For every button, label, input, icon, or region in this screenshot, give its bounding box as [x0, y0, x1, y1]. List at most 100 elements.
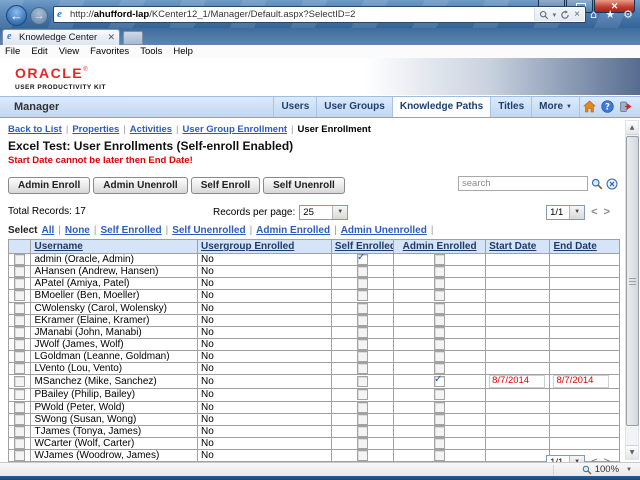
admin-enrolled-checkbox[interactable] — [434, 402, 446, 413]
tab-user-groups[interactable]: User Groups — [316, 97, 392, 117]
column-self-enrolled[interactable]: Self Enrolled — [330, 239, 395, 254]
logout-icon[interactable] — [619, 100, 632, 113]
zoom-dropdown-icon[interactable]: ▼ — [626, 467, 632, 473]
admin-enrolled-checkbox[interactable] — [434, 363, 446, 374]
self-enroll-button[interactable]: Self Enroll — [190, 177, 261, 194]
admin-enrolled-checkbox[interactable] — [434, 351, 446, 362]
self-enrolled-checkbox[interactable] — [357, 327, 368, 338]
select-link-admin-unenrolled[interactable]: Admin Unenrolled — [341, 225, 427, 236]
self-enrolled-checkbox[interactable] — [357, 414, 368, 425]
row-select-checkbox[interactable] — [14, 351, 26, 362]
settings-gear-icon[interactable]: ⚙ — [623, 9, 633, 20]
search-icon[interactable] — [591, 178, 603, 190]
menu-edit[interactable]: Edit — [31, 46, 47, 57]
breadcrumb-link-activities[interactable]: Activities — [130, 124, 172, 135]
page-select[interactable]: 1/1 ▼ — [546, 455, 586, 462]
back-button[interactable]: ← — [6, 5, 27, 26]
admin-enrolled-checkbox[interactable] — [434, 339, 446, 350]
admin-enrolled-checkbox[interactable] — [434, 290, 446, 302]
admin-unenroll-button[interactable]: Admin Unenroll — [93, 177, 188, 194]
scroll-down-icon[interactable]: ▼ — [626, 445, 638, 459]
tab-close-icon[interactable]: ✕ — [107, 32, 115, 43]
column-end-date[interactable]: End Date — [549, 239, 620, 254]
self-enrolled-checkbox[interactable] — [357, 339, 368, 350]
row-select-checkbox[interactable] — [14, 426, 26, 437]
tab-titles[interactable]: Titles — [490, 97, 531, 117]
address-bar[interactable]: e http://ahufford-lap/KCenter12_1/Manage… — [53, 6, 586, 23]
row-select-checkbox[interactable] — [14, 438, 26, 449]
browser-tab[interactable]: e Knowledge Center ✕ — [2, 29, 120, 45]
favorites-star-icon[interactable]: ★ — [605, 9, 615, 20]
scrollbar-thumb[interactable] — [626, 136, 639, 426]
breadcrumb-link-properties[interactable]: Properties — [72, 124, 119, 135]
self-enrolled-checkbox[interactable] — [357, 351, 368, 362]
admin-enrolled-checkbox[interactable] — [434, 414, 446, 425]
refresh-icon[interactable] — [560, 9, 570, 20]
admin-enrolled-checkbox[interactable] — [434, 266, 446, 277]
admin-enrolled-checkbox[interactable] — [434, 327, 446, 338]
admin-enrolled-checkbox[interactable] — [434, 254, 446, 265]
admin-enrolled-checkbox[interactable] — [434, 315, 446, 326]
self-enrolled-checkbox[interactable] — [357, 376, 368, 388]
row-select-checkbox[interactable] — [14, 266, 26, 277]
vertical-scrollbar[interactable]: ▲ ▼ — [625, 120, 639, 460]
select-link-admin-enrolled[interactable]: Admin Enrolled — [256, 225, 330, 236]
row-select-checkbox[interactable] — [14, 339, 26, 350]
search-input[interactable] — [458, 176, 588, 191]
column-start-date[interactable]: Start Date — [485, 239, 551, 254]
self-enrolled-checkbox[interactable] — [357, 389, 368, 401]
menu-favorites[interactable]: Favorites — [90, 46, 129, 57]
select-link-none[interactable]: None — [65, 225, 90, 236]
self-enrolled-checkbox[interactable] — [357, 438, 368, 449]
admin-enrolled-checkbox[interactable] — [434, 303, 446, 314]
row-select-checkbox[interactable] — [14, 450, 26, 461]
admin-enrolled-checkbox[interactable] — [434, 426, 446, 437]
row-select-checkbox[interactable] — [14, 327, 26, 338]
column-usergroup-enrolled[interactable]: Usergroup Enrolled — [197, 239, 332, 254]
self-enrolled-checkbox[interactable] — [357, 266, 368, 277]
self-enrolled-checkbox[interactable] — [357, 290, 368, 302]
help-icon[interactable]: ? — [601, 100, 614, 113]
row-select-checkbox[interactable] — [14, 278, 26, 289]
admin-enrolled-checkbox[interactable] — [434, 389, 446, 401]
column-admin-enrolled[interactable]: Admin Enrolled — [393, 239, 487, 254]
search-dropdown-icon[interactable]: ▾ — [553, 11, 557, 19]
row-select-checkbox[interactable] — [14, 376, 26, 388]
row-select-checkbox[interactable] — [14, 254, 26, 265]
row-select-checkbox[interactable] — [14, 363, 26, 374]
home-icon[interactable] — [583, 100, 596, 113]
self-enrolled-checkbox[interactable] — [357, 363, 368, 374]
previous-page-icon[interactable]: < — [591, 207, 597, 218]
page-select[interactable]: 1/1 ▼ — [546, 205, 586, 220]
admin-enrolled-checkbox[interactable] — [434, 450, 446, 461]
self-unenroll-button[interactable]: Self Unenroll — [263, 177, 345, 194]
tab-users[interactable]: Users — [273, 97, 316, 117]
row-select-checkbox[interactable] — [14, 402, 26, 413]
self-enrolled-checkbox[interactable] — [357, 450, 368, 461]
self-enrolled-checkbox[interactable] — [357, 315, 368, 326]
self-enrolled-checkbox[interactable] — [357, 303, 368, 314]
menu-help[interactable]: Help — [173, 46, 193, 57]
breadcrumb-link-user-group-enrollment[interactable]: User Group Enrollment — [183, 124, 288, 135]
admin-enrolled-checkbox[interactable] — [434, 438, 446, 449]
select-link-self-enrolled[interactable]: Self Enrolled — [100, 225, 161, 236]
home-icon[interactable]: ⌂ — [590, 9, 597, 20]
menu-view[interactable]: View — [59, 46, 79, 57]
tab-knowledge-paths[interactable]: Knowledge Paths — [391, 97, 491, 117]
column-username[interactable]: Username — [30, 239, 198, 254]
row-select-checkbox[interactable] — [14, 414, 26, 425]
row-select-checkbox[interactable] — [14, 315, 26, 326]
menu-file[interactable]: File — [5, 46, 20, 57]
menu-tools[interactable]: Tools — [140, 46, 162, 57]
scroll-up-icon[interactable]: ▲ — [626, 121, 638, 135]
per-page-select[interactable]: 25 ▼ — [299, 205, 349, 220]
self-enrolled-checkbox[interactable] — [357, 402, 368, 413]
clear-search-icon[interactable] — [606, 178, 618, 190]
admin-enrolled-checkbox[interactable] — [434, 278, 446, 289]
zoom-control[interactable]: 100% ▼ — [582, 464, 632, 475]
select-link-all[interactable]: All — [41, 225, 54, 236]
row-select-checkbox[interactable] — [14, 389, 26, 401]
admin-enroll-button[interactable]: Admin Enroll — [8, 177, 91, 194]
new-tab-button[interactable] — [123, 31, 143, 45]
admin-enrolled-checkbox[interactable] — [434, 376, 446, 388]
